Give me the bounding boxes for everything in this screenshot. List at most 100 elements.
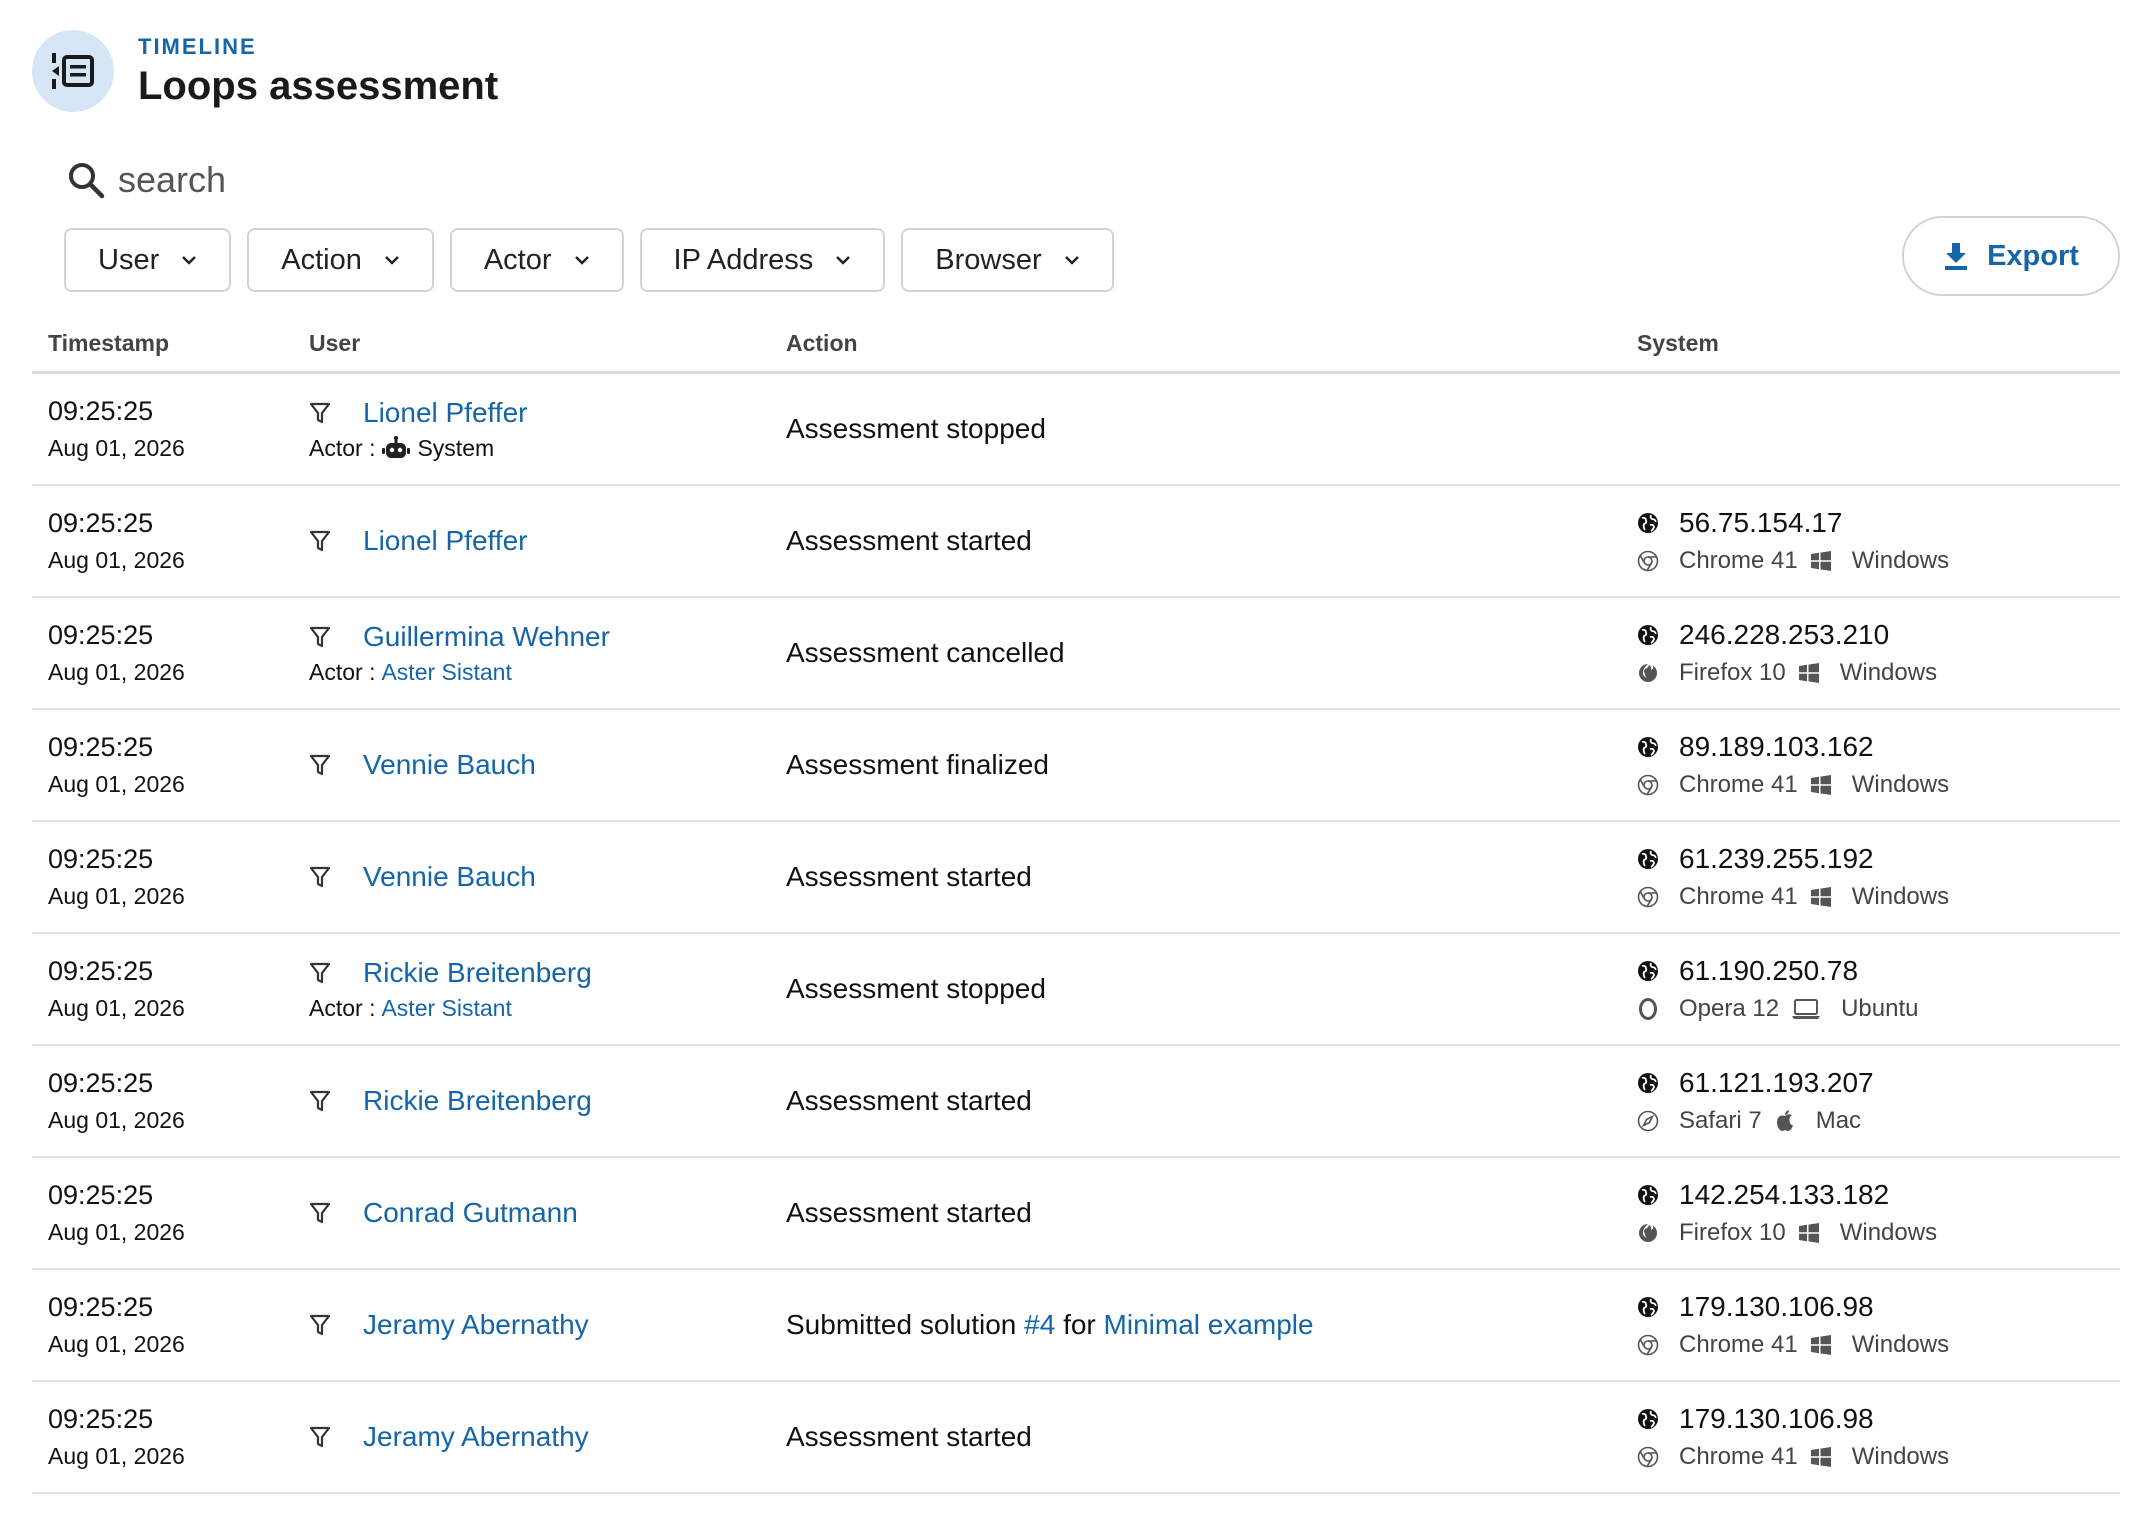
chrome-icon: [1637, 774, 1669, 796]
filter-icon[interactable]: [309, 625, 347, 649]
laptop-icon: [1791, 998, 1831, 1020]
action-cell: Assessment started: [786, 1046, 1032, 1156]
filter-icon[interactable]: [309, 865, 347, 889]
table-row: 09:25:25 Aug 01, 2026 Rickie Breitenberg Ac…: [32, 934, 2120, 1046]
user-line: Conrad Gutmann: [309, 1197, 578, 1229]
user-link[interactable]: Vennie Bauch: [363, 861, 536, 893]
filter-label: Action: [281, 243, 362, 276]
timestamp-time: 09:25:25: [48, 732, 154, 762]
user-link[interactable]: Vennie Bauch: [363, 749, 536, 781]
user-link[interactable]: Guillermina Wehner: [363, 621, 610, 653]
timestamp-time: 09:25:25: [48, 1404, 154, 1434]
timestamp-cell: 09:25:25 Aug 01, 2026: [48, 710, 185, 820]
os-info: Windows: [1798, 659, 1937, 687]
ip-address: 246.228.253.210: [1679, 619, 1890, 650]
timestamp-cell: 09:25:25 Aug 01, 2026: [48, 934, 185, 1044]
opera-icon: [1637, 998, 1669, 1020]
export-button[interactable]: Export: [1902, 216, 2120, 296]
user-line: Lionel Pfeffer: [309, 525, 528, 557]
filter-user[interactable]: User: [64, 228, 232, 292]
user-line: Vennie Bauch: [309, 749, 536, 781]
filter-icon[interactable]: [309, 753, 347, 777]
user-link[interactable]: Lionel Pfeffer: [363, 525, 528, 557]
timeline-page: TIMELINE Loops assessment User Action Ac…: [0, 0, 2152, 1532]
filter-icon[interactable]: [309, 1425, 347, 1449]
filter-icon[interactable]: [309, 1313, 347, 1337]
filter-icon[interactable]: [309, 1201, 347, 1225]
user-cell: Vennie Bauch: [309, 822, 536, 932]
search-input[interactable]: [118, 159, 638, 201]
apple-icon: [1774, 1109, 1806, 1133]
table-row: 09:25:25 Aug 01, 2026 Conrad Gutmann Assess…: [32, 1158, 2120, 1270]
user-link[interactable]: Jeramy Abernathy: [363, 1309, 589, 1341]
user-link[interactable]: Conrad Gutmann: [363, 1197, 578, 1229]
table-row: 09:25:25 Aug 01, 2026 Lionel Pfeffer Actor …: [32, 374, 2120, 486]
os-name: Windows: [1851, 771, 1950, 798]
timeline-table: Timestamp User Action System 09:25:25 Aug…: [32, 316, 2120, 1494]
action-link[interactable]: #4: [1024, 1309, 1055, 1340]
filter-icon[interactable]: [309, 401, 347, 425]
user-line: Rickie Breitenberg: [309, 1085, 592, 1117]
safari-icon: [1637, 1110, 1669, 1132]
system-cell: 61.239.255.192 Chrome 41 Windows: [1637, 822, 1949, 932]
windows-icon: [1798, 662, 1830, 684]
user-cell: Guillermina Wehner Actor : Aster Sistant: [309, 598, 610, 708]
column-action[interactable]: Action: [786, 330, 858, 357]
filter-browser[interactable]: Browser: [901, 228, 1114, 292]
action-cell: Assessment started: [786, 486, 1032, 596]
search-icon: [69, 163, 105, 199]
user-link[interactable]: Rickie Breitenberg: [363, 1085, 592, 1117]
filter-label: IP Address: [673, 243, 814, 276]
user-line: Rickie Breitenberg: [309, 957, 592, 989]
action-text: Assessment cancelled: [786, 637, 1065, 668]
filter-icon[interactable]: [309, 529, 347, 553]
browser-name: Chrome 41: [1679, 1331, 1798, 1358]
filter-icon[interactable]: [309, 1089, 347, 1113]
column-system[interactable]: System: [1637, 330, 1719, 357]
table-row: 09:25:25 Aug 01, 2026 Jeramy Abernathy Asse…: [32, 1382, 2120, 1494]
actor-line: Actor : Aster Sistant: [309, 995, 592, 1022]
page-title: Loops assessment: [138, 63, 499, 108]
chevron-down-icon: [181, 255, 197, 265]
timestamp-date: Aug 01, 2026: [48, 1107, 185, 1133]
ip-line: 61.190.250.78: [1637, 955, 1918, 987]
actor-line: Actor : Aster Sistant: [309, 659, 610, 686]
os-name: Mac: [1815, 1107, 1862, 1134]
column-user[interactable]: User: [309, 330, 360, 357]
page-overline: TIMELINE: [138, 33, 257, 59]
browser-name: Firefox 10: [1679, 659, 1786, 686]
table-row: 09:25:25 Aug 01, 2026 Vennie Bauch Assessme…: [32, 822, 2120, 934]
action-text: Assessment started: [786, 1421, 1032, 1452]
os-info: Windows: [1810, 771, 1949, 799]
robot-icon: [375, 436, 411, 460]
actor-link[interactable]: Aster Sistant: [381, 995, 511, 1022]
globe-icon: [1637, 624, 1669, 646]
user-cell: Lionel Pfeffer Actor : System: [309, 374, 528, 484]
action-cell: Assessment started: [786, 822, 1032, 932]
user-link[interactable]: Lionel Pfeffer: [363, 397, 528, 429]
table-header: Timestamp User Action System: [32, 316, 2120, 374]
user-link[interactable]: Jeramy Abernathy: [363, 1421, 589, 1453]
globe-icon: [1637, 960, 1669, 982]
chevron-down-icon: [574, 255, 590, 265]
user-line: Jeramy Abernathy: [309, 1309, 589, 1341]
action-link[interactable]: Minimal example: [1104, 1309, 1314, 1340]
system-cell: 142.254.133.182 Firefox 10 Windows: [1637, 1158, 1937, 1268]
browser-os-line: Chrome 41 Windows: [1637, 883, 1949, 911]
user-cell: Rickie Breitenberg Actor : Aster Sistant: [309, 934, 592, 1044]
chrome-icon: [1637, 1446, 1669, 1468]
browser-name: Firefox 10: [1679, 1219, 1786, 1246]
filter-actor[interactable]: Actor: [449, 228, 624, 292]
windows-icon: [1810, 1334, 1842, 1356]
filter-action[interactable]: Action: [247, 228, 434, 292]
column-timestamp[interactable]: Timestamp: [48, 330, 169, 357]
actor-prefix: Actor :: [309, 658, 376, 685]
filter-ip-address[interactable]: IP Address: [639, 228, 886, 292]
user-link[interactable]: Rickie Breitenberg: [363, 957, 592, 989]
ip-address: 179.130.106.98: [1679, 1403, 1874, 1434]
browser-name: Safari 7: [1679, 1107, 1762, 1134]
browser-name: Chrome 41: [1679, 883, 1798, 910]
globe-icon: [1637, 1408, 1669, 1430]
actor-link[interactable]: Aster Sistant: [381, 659, 511, 686]
filter-icon[interactable]: [309, 961, 347, 985]
